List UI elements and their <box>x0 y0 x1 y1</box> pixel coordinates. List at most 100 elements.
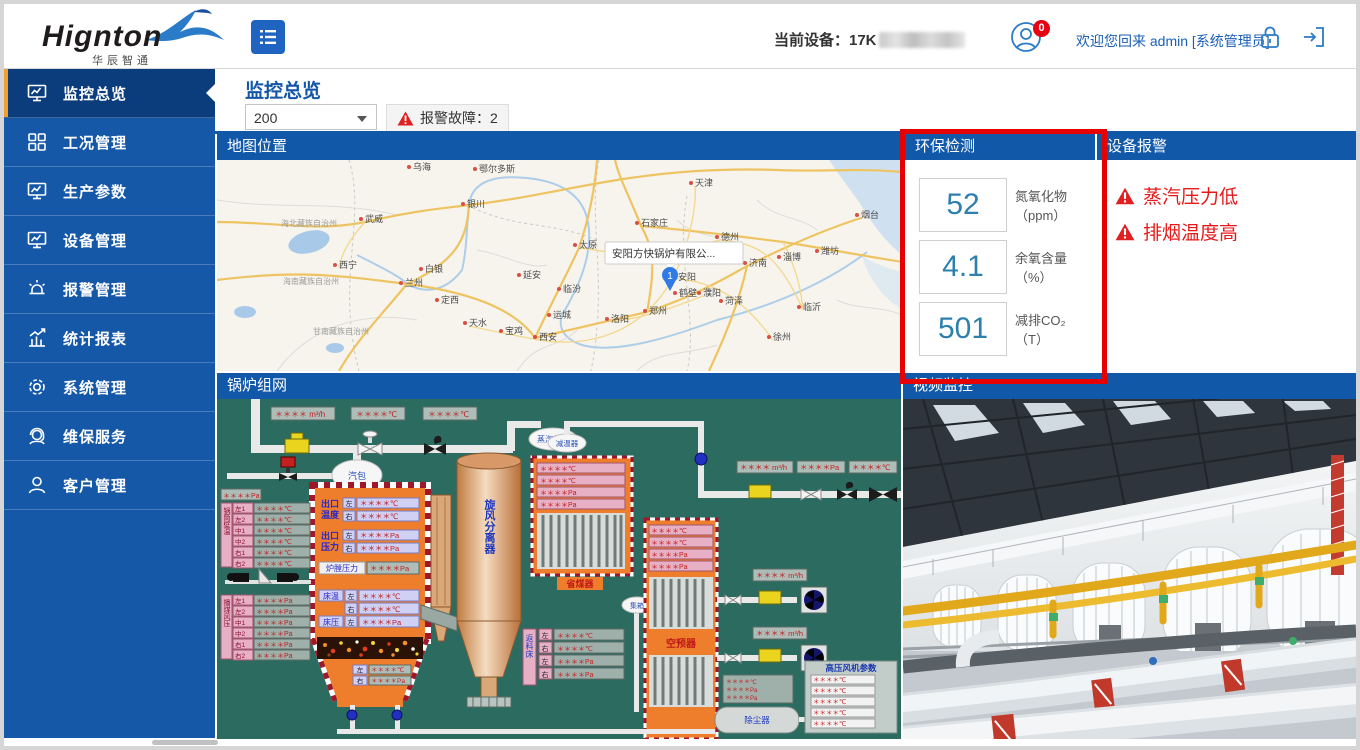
svg-text:＊＊＊＊ m³/h: ＊＊＊＊ m³/h <box>756 571 803 580</box>
alarm-panel-title: 设备报警 <box>1097 134 1356 160</box>
scrollbar-thumb[interactable] <box>152 740 218 745</box>
warning-triangle-icon <box>1115 187 1135 205</box>
svg-text:济南: 济南 <box>749 257 767 268</box>
monitor-icon <box>26 229 48 251</box>
svg-text:菏泽: 菏泽 <box>725 296 743 306</box>
notification-badge[interactable]: 0 <box>1033 20 1050 37</box>
sidebar-item-working-condition[interactable]: 工况管理 <box>4 118 215 167</box>
svg-text:温度: 温度 <box>321 509 340 520</box>
svg-text:床温: 床温 <box>323 591 339 601</box>
divider <box>215 131 1356 134</box>
svg-text:＊＊＊＊℃: ＊＊＊＊℃ <box>256 550 292 557</box>
siren-icon <box>26 278 48 300</box>
svg-text:除尘器: 除尘器 <box>744 715 770 725</box>
map-panel: 地图位置 <box>217 134 903 371</box>
region-label: 海南藏族自治州 <box>283 276 339 286</box>
svg-text:＊＊＊＊Pa: ＊＊＊＊Pa <box>726 695 758 702</box>
svg-text:银川: 银川 <box>467 198 485 209</box>
sidebar-item-system[interactable]: 系统管理 <box>4 363 215 412</box>
top-header: Hignton 华辰智通 当前设备：17K 0 欢迎您回来 admin [系统管… <box>4 4 1356 69</box>
china-map[interactable]: 海北藏族自治州 海南藏族自治州 甘南藏族自治州 乌海 鄂尔多斯 银川 武威 西宁… <box>217 160 903 371</box>
svg-text:白银: 白银 <box>425 263 443 274</box>
sidebar-item-customers[interactable]: 客户管理 <box>4 461 215 510</box>
svg-text:＊＊＊＊℃: ＊＊＊＊℃ <box>360 512 398 521</box>
sidebar-item-monitor-overview[interactable]: 监控总览 <box>4 69 215 118</box>
svg-text:潍坊: 潍坊 <box>821 245 839 256</box>
readout-boxes: ＊＊＊＊ m³/h ＊＊＊＊℃ ＊＊＊＊℃ <box>271 407 477 420</box>
svg-text:左: 左 <box>542 631 549 640</box>
sidebar-item-label: 工况管理 <box>63 132 127 153</box>
region-label: 海北藏族自治州 <box>281 218 337 228</box>
list-menu-icon <box>258 27 278 47</box>
metric-nox: 52 氮氧化物 （ppm） <box>919 178 1089 230</box>
sidebar-item-statistics[interactable]: 统计报表 <box>4 314 215 363</box>
svg-text:＊＊＊＊Pa: ＊＊＊＊Pa <box>256 653 293 660</box>
svg-text:＊＊＊＊℃: ＊＊＊＊℃ <box>256 517 292 524</box>
svg-text:空预器: 空预器 <box>666 637 697 650</box>
svg-text:石家庄: 石家庄 <box>641 217 668 228</box>
svg-text:临沂: 临沂 <box>803 301 821 312</box>
horizontal-scrollbar[interactable] <box>4 739 1356 746</box>
svg-text:＊＊＊＊℃: ＊＊＊＊℃ <box>557 646 593 653</box>
svg-text:淄博: 淄博 <box>783 251 801 262</box>
svg-text:中2: 中2 <box>235 629 246 638</box>
sidebar-item-label: 报警管理 <box>63 279 127 300</box>
svg-text:＊＊＊＊Pa: ＊＊＊＊Pa <box>371 678 405 685</box>
device-dropdown[interactable]: 200 <box>245 104 377 130</box>
alarm-item: 排烟温度高 <box>1115 218 1238 245</box>
region-label: 甘南藏族自治州 <box>313 326 369 336</box>
device-alarm-panel: 设备报警 蒸汽压力低 排烟温度高 <box>1097 134 1356 371</box>
svg-text:锅筒壁温: 锅筒壁温 <box>223 506 231 536</box>
svg-text:临汾: 临汾 <box>563 283 581 294</box>
coal-wind-table: 播煤风压 左1 ＊＊＊＊Pa 左2 ＊＊＊＊Pa 中1 ＊＊＊＊Pa 中2 ＊＊… <box>221 595 310 660</box>
video-panel-title: 视频监控 <box>903 373 1356 399</box>
svg-text:右1: 右1 <box>235 640 246 649</box>
chevron-down-icon <box>357 116 367 127</box>
svg-text:右2: 右2 <box>235 559 246 568</box>
svg-text:＊＊＊＊℃: ＊＊＊＊℃ <box>813 709 846 717</box>
bar-chart-icon <box>26 327 48 349</box>
svg-text:西安: 西安 <box>539 331 557 342</box>
svg-text:＊＊＊＊℃: ＊＊＊＊℃ <box>813 676 846 684</box>
svg-text:播煤风压: 播煤风压 <box>223 598 231 628</box>
menu-button[interactable] <box>251 20 285 54</box>
svg-text:＊＊＊＊℃: ＊＊＊＊℃ <box>362 592 400 601</box>
svg-text:汽包: 汽包 <box>348 470 366 481</box>
svg-text:宝鸡: 宝鸡 <box>505 325 523 336</box>
monitor-icon <box>26 180 48 202</box>
svg-text:＊＊＊＊℃: ＊＊＊＊℃ <box>371 666 404 674</box>
svg-text:＊＊＊＊℃: ＊＊＊＊℃ <box>726 679 757 686</box>
logout-button[interactable] <box>1300 23 1328 51</box>
welcome-text: 欢迎您回来 admin [系统管理员] <box>1076 31 1270 51</box>
company-logo: Hignton 华辰智通 <box>28 8 228 66</box>
svg-text:右: 右 <box>348 605 355 614</box>
svg-text:炉膛压力: 炉膛压力 <box>326 563 358 573</box>
svg-text:高压风机参数: 高压风机参数 <box>825 663 877 673</box>
lock-button[interactable] <box>1256 23 1284 51</box>
svg-text:濮阳: 濮阳 <box>703 287 721 298</box>
sidebar-item-label: 设备管理 <box>63 230 127 251</box>
brand-name: Hignton <box>42 20 162 54</box>
svg-text:集箱: 集箱 <box>630 601 644 610</box>
economizer: ＊＊＊＊℃ ＊＊＊＊℃ ＊＊＊＊Pa ＊＊＊＊Pa 省煤器 <box>532 457 632 590</box>
sidebar-item-maintenance[interactable]: 维保服务 <box>4 412 215 461</box>
sidebar-item-production-params[interactable]: 生产参数 <box>4 167 215 216</box>
svg-text:安阳方快锅炉有限公...: 安阳方快锅炉有限公... <box>612 247 715 260</box>
svg-text:＊＊＊＊Pa: ＊＊＊＊Pa <box>256 598 293 605</box>
svg-text:省煤器: 省煤器 <box>565 578 594 589</box>
sidebar-item-equipment[interactable]: 设备管理 <box>4 216 215 265</box>
svg-text:右: 右 <box>357 676 364 685</box>
svg-text:右: 右 <box>542 670 549 679</box>
map-panel-title: 地图位置 <box>217 134 903 160</box>
metric-value: 501 <box>919 302 1007 356</box>
svg-text:左: 左 <box>348 618 355 627</box>
svg-text:＊＊＊＊Pa: ＊＊＊＊Pa <box>540 502 577 509</box>
sidebar-item-alarm-mgmt[interactable]: 报警管理 <box>4 265 215 314</box>
svg-text:＊＊＊＊℃: ＊＊＊＊℃ <box>256 539 292 546</box>
svg-text:＊＊＊＊Pa: ＊＊＊＊Pa <box>726 687 758 694</box>
dropdown-value: 200 <box>254 110 277 126</box>
sidebar-item-label: 系统管理 <box>63 377 127 398</box>
grid-icon <box>26 131 48 153</box>
svg-text:压力: 压力 <box>321 541 339 552</box>
svg-text:＊＊＊＊℃: ＊＊＊＊℃ <box>557 633 593 640</box>
